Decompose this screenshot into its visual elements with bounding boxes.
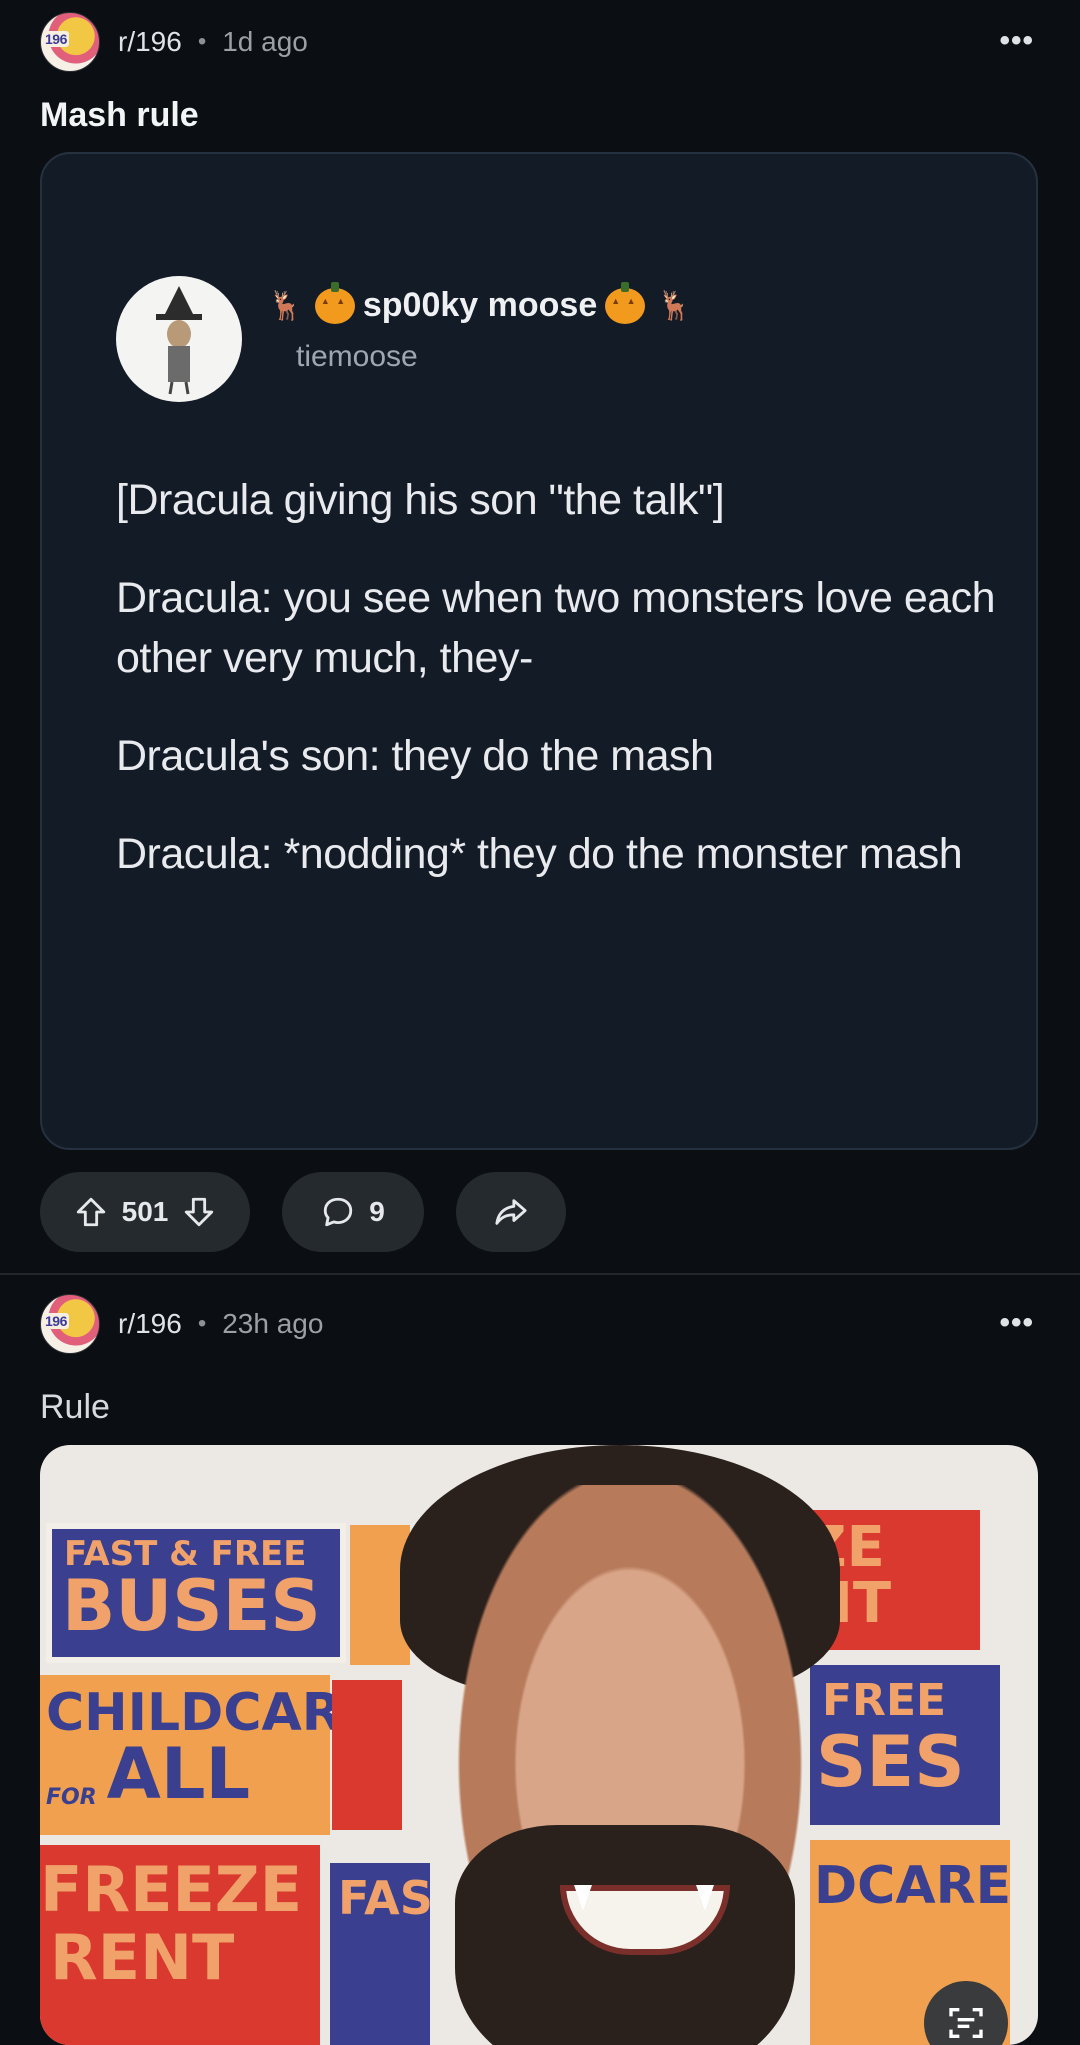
post-divider [0, 1273, 1080, 1275]
sign-text: DCARE [814, 1856, 1012, 1916]
tweet-line: Dracula: *nodding* they do the monster m… [116, 830, 963, 878]
downvote-arrow-icon[interactable] [182, 1195, 216, 1229]
share-button[interactable] [456, 1172, 566, 1252]
fang [574, 1885, 592, 1911]
more-options-icon[interactable]: ••• [999, 1306, 1034, 1340]
tweet-line: Dracula: you see when two monsters love … [116, 574, 996, 682]
vote-count: 501 [121, 1196, 169, 1227]
sign-poster: FREEZE RENT [40, 1845, 320, 2045]
sign-text: FREEZE [40, 1853, 303, 1926]
moose-icon: 🦌 [268, 290, 303, 321]
comments-button[interactable]: 9 [282, 1172, 424, 1252]
post-card[interactable]: 196 r/196 • 1d ago ••• Mash rule 🦌 sp00k… [0, 0, 1080, 1270]
post-meta: 196 r/196 • 1d ago [40, 10, 308, 74]
sign-text: FREE [822, 1675, 947, 1726]
sign-text: FOR [46, 1785, 97, 1810]
vote-pill: 501 [40, 1172, 250, 1252]
sign-poster: CHILDCARE FOR ALL [40, 1675, 378, 1835]
sign-poster: FAST & FREE BUSES [46, 1523, 346, 1663]
moose-icon: 🦌 [657, 290, 693, 321]
tweet-author-avatar [116, 276, 242, 402]
post-image[interactable]: FAST & FREE BUSES CHILDCARE FOR ALL FREE… [40, 1445, 1038, 2045]
subreddit-name[interactable]: r/196 [118, 1308, 182, 1340]
avatar-label: 196 [43, 1313, 69, 1329]
sign-text: FAS [338, 1871, 433, 1925]
post-title[interactable]: Rule [40, 1388, 110, 1427]
pumpkin-icon [605, 281, 646, 324]
post-title[interactable]: Mash rule [40, 96, 199, 135]
tweet-body: [Dracula giving his son "the talk"] Drac… [116, 470, 996, 922]
meta-separator: • [197, 1310, 207, 1337]
tweet-line: [Dracula giving his son "the talk"] [116, 476, 725, 524]
upvote-arrow-icon[interactable] [74, 1195, 108, 1229]
sign-text: RENT [50, 1921, 235, 1994]
tweet-line: Dracula's son: they do the mash [116, 732, 714, 780]
subreddit-name[interactable]: r/196 [118, 26, 182, 58]
tweet-display-name: 🦌 sp00ky moose 🦌 [264, 281, 696, 325]
post-actions: 501 9 [40, 1172, 566, 1252]
post-time: 1d ago [222, 26, 308, 57]
subreddit-avatar[interactable]: 196 [40, 12, 100, 72]
comment-count: 9 [369, 1196, 385, 1227]
sign-poster [332, 1680, 402, 1830]
more-options-icon[interactable]: ••• [999, 24, 1034, 58]
tweet-screenshot[interactable]: 🦌 sp00ky moose 🦌 tiemoose [Dracula givin… [40, 152, 1038, 1150]
post-meta: 196 r/196 • 23h ago [40, 1292, 323, 1356]
sign-text: BUSES [62, 1565, 321, 1647]
sign-text: SES [816, 1721, 965, 1803]
share-arrow-icon [493, 1195, 529, 1229]
sign-text: ALL [106, 1733, 251, 1815]
comment-bubble-icon [321, 1195, 355, 1229]
post-time: 23h ago [222, 1308, 324, 1339]
meta-separator: • [197, 28, 207, 55]
tweet-handle: tiemoose [296, 340, 418, 373]
post-card[interactable]: 196 r/196 • 23h ago ••• Rule FAST & FREE… [0, 1280, 1080, 2045]
subreddit-avatar[interactable]: 196 [40, 1294, 100, 1354]
avatar-label: 196 [43, 31, 69, 47]
fang [696, 1885, 714, 1911]
sign-text: CHILDCARE [46, 1683, 378, 1743]
tweet-name-text: sp00ky moose [362, 286, 598, 324]
pumpkin-icon [314, 281, 355, 324]
sign-poster: FREE SES [810, 1665, 1000, 1825]
